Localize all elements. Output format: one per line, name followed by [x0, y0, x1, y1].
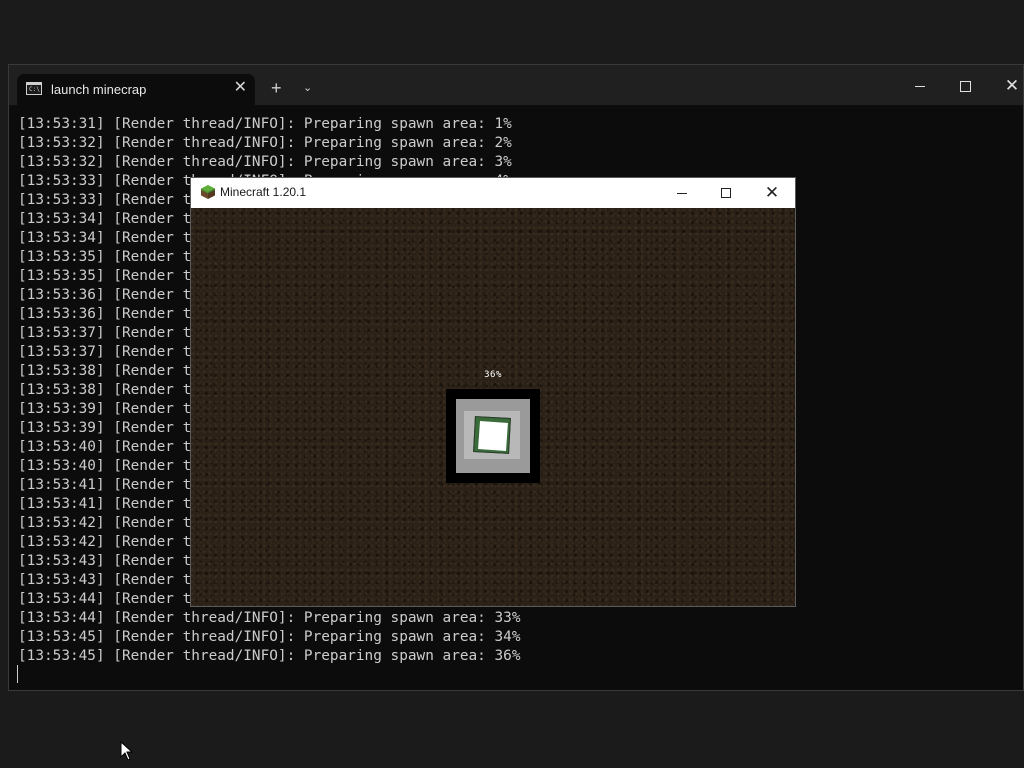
terminal-tab[interactable]: C:\ launch minecrap ✕ [17, 74, 255, 105]
minecraft-window-title: Minecraft 1.20.1 [220, 185, 307, 199]
mc-close-button[interactable]: ✕ [757, 182, 787, 204]
loading-percent: 36% [484, 370, 502, 380]
tab-dropdown-icon[interactable]: ⌄ [303, 79, 312, 97]
tab-title: launch minecrap [51, 82, 147, 97]
terminal-line: [13:53:31] [Render thread/INFO]: Prepari… [18, 116, 512, 132]
maximize-icon [721, 188, 731, 198]
minecraft-titlebar[interactable]: Minecraft 1.20.1 ✕ [191, 178, 795, 208]
chunk-progress-map [446, 389, 540, 483]
close-button[interactable]: ✕ [997, 75, 1024, 97]
terminal-line: [13:53:44] [Render thread/INFO]: Prepari… [18, 610, 521, 626]
terminal-line: [13:53:32] [Render thread/INFO]: Prepari… [18, 154, 512, 170]
cmd-icon: C:\ [26, 82, 42, 95]
mouse-pointer-icon [120, 741, 134, 761]
maximize-icon [960, 81, 971, 92]
text-cursor [17, 665, 18, 683]
loading-screen: 36% [191, 208, 795, 606]
mc-maximize-button[interactable] [711, 182, 741, 204]
new-tab-button[interactable]: + [271, 78, 282, 98]
maximize-button[interactable] [950, 75, 980, 97]
desktop: C:\ launch minecrap ✕ + ⌄ ✕ [13:53:31] [… [0, 0, 1024, 768]
mc-minimize-button[interactable] [667, 182, 697, 204]
terminal-line: [13:53:45] [Render thread/INFO]: Prepari… [18, 648, 521, 664]
minimize-icon [677, 193, 687, 194]
minimize-icon [915, 86, 925, 87]
terminal-titlebar: C:\ launch minecrap ✕ + ⌄ ✕ [9, 65, 1023, 105]
terminal-line: [13:53:45] [Render thread/INFO]: Prepari… [18, 629, 521, 645]
cmd-icon-text: C:\ [29, 86, 40, 93]
terminal-line: [13:53:32] [Render thread/INFO]: Prepari… [18, 135, 512, 151]
tab-close-icon[interactable]: ✕ [234, 79, 247, 97]
minecraft-window: Minecraft 1.20.1 ✕ 36% [190, 177, 796, 607]
grass-block-icon [201, 185, 215, 199]
chunk-complete-area [478, 421, 508, 451]
minimize-button[interactable] [905, 75, 935, 97]
